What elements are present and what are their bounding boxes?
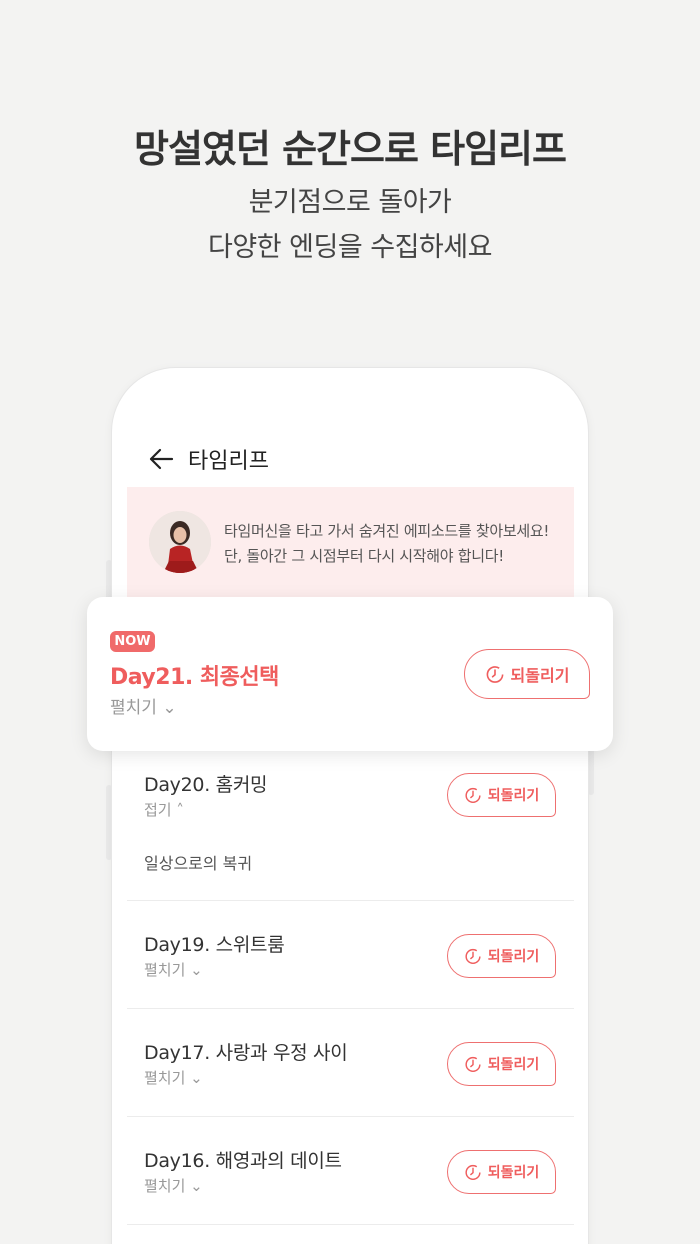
episode-row: Day16. 해영과의 데이트 펼치기 ⌄ 되돌리기 — [127, 1136, 574, 1224]
expand-toggle[interactable]: 펼치기 ⌄ — [110, 693, 177, 718]
expand-toggle-label: 펼치기 — [110, 698, 157, 718]
row-divider — [127, 1224, 574, 1225]
expand-toggle-label: 펼치기 — [144, 961, 186, 979]
timer-icon — [464, 947, 482, 965]
rewind-button[interactable]: 되돌리기 — [447, 1150, 556, 1194]
rewind-button[interactable]: 되돌리기 — [447, 773, 556, 817]
episode-description: 일상으로의 복귀 — [144, 854, 253, 873]
promo-title: 망설였던 순간으로 타임리프 — [134, 127, 567, 171]
now-badge: NOW — [110, 631, 155, 652]
collapse-toggle[interactable]: 접기 ˄ — [144, 799, 184, 820]
expand-toggle-label: 펼치기 — [144, 1177, 186, 1195]
timer-icon — [485, 664, 505, 684]
rewind-label: 되돌리기 — [510, 666, 570, 685]
current-episode-card: NOW Day21. 최종선택 펼치기 ⌄ 되돌리기 — [87, 597, 613, 751]
episode-row: Day17. 사랑과 우정 사이 펼치기 ⌄ 되돌리기 — [127, 1028, 574, 1116]
expand-toggle[interactable]: 펼치기 ⌄ — [144, 1175, 203, 1196]
chevron-down-icon: ⌄ — [185, 1177, 203, 1195]
collapse-toggle-label: 접기 — [144, 801, 172, 819]
expand-toggle[interactable]: 펼치기 ⌄ — [144, 959, 203, 980]
chevron-down-icon: ⌄ — [185, 1069, 203, 1087]
screen-title: 타임리프 — [188, 449, 269, 474]
top-nav: 타임리프 — [148, 443, 269, 475]
rewind-button[interactable]: 되돌리기 — [447, 934, 556, 978]
promo-subtitle-line2: 다양한 엔딩을 수집하세요 — [208, 232, 492, 263]
row-divider — [127, 1008, 574, 1009]
back-arrow-icon[interactable] — [148, 447, 174, 471]
episode-title: Day19. 스위트룸 — [144, 934, 285, 956]
episode-row: Day19. 스위트룸 펼치기 ⌄ 되돌리기 — [127, 920, 574, 1008]
chevron-up-icon: ˄ — [171, 801, 184, 819]
rewind-button[interactable]: 되돌리기 — [447, 1042, 556, 1086]
expand-toggle-label: 펼치기 — [144, 1069, 186, 1087]
episode-row: Day20. 홈커밍 접기 ˄ 일상으로의 복귀 되돌리기 — [127, 760, 574, 900]
promo-subtitle-line1: 분기점으로 돌아가 — [248, 187, 452, 218]
current-episode-title: Day21. 최종선택 — [110, 665, 279, 690]
rewind-button[interactable]: 되돌리기 — [464, 649, 590, 699]
notice-text-line2: 단, 돌아간 그 시점부터 다시 시작해야 합니다! — [224, 547, 504, 565]
notice-text-line1: 타임머신을 타고 가서 숨겨진 에피소드를 찾아보세요! — [224, 522, 550, 540]
rewind-label: 되돌리기 — [487, 1057, 540, 1073]
row-divider — [127, 1116, 574, 1117]
row-divider — [127, 900, 574, 901]
rewind-label: 되돌리기 — [487, 788, 540, 804]
phone-side-button — [588, 745, 594, 795]
timer-icon — [464, 1163, 482, 1181]
episode-title: Day16. 해영과의 데이트 — [144, 1150, 342, 1172]
rewind-label: 되돌리기 — [487, 949, 540, 965]
episode-title: Day20. 홈커밍 — [144, 774, 268, 796]
episode-title: Day17. 사랑과 우정 사이 — [144, 1042, 348, 1064]
chevron-down-icon: ⌄ — [156, 698, 177, 718]
chevron-down-icon: ⌄ — [185, 961, 203, 979]
rewind-label: 되돌리기 — [487, 1165, 540, 1181]
notice-banner: 타임머신을 타고 가서 숨겨진 에피소드를 찾아보세요! 단, 돌아간 그 시점… — [127, 487, 574, 599]
timer-icon — [464, 1055, 482, 1073]
expand-toggle[interactable]: 펼치기 ⌄ — [144, 1067, 203, 1088]
character-avatar — [149, 511, 211, 573]
timer-icon — [464, 786, 482, 804]
